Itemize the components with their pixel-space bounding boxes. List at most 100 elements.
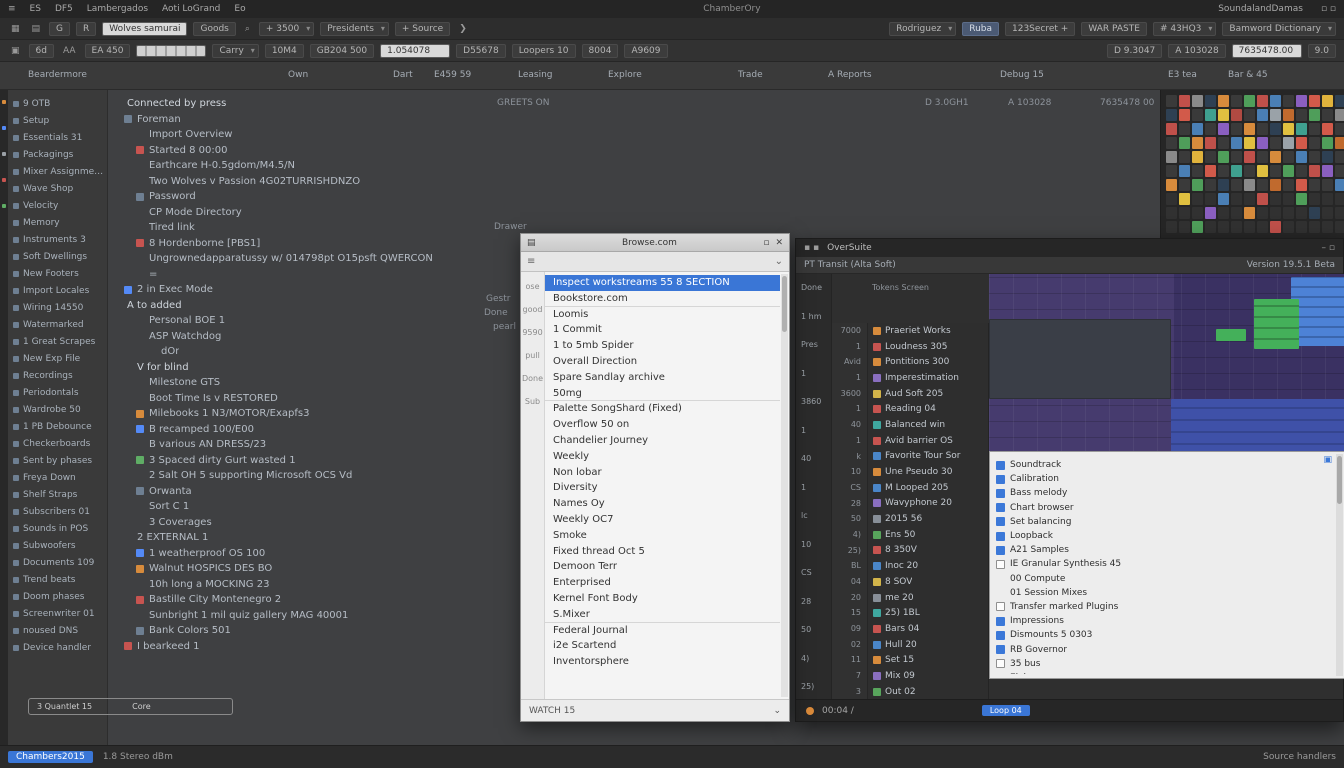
dialog-scrollbar[interactable] [781,274,788,697]
toolbar-control[interactable]: Rodriguez [889,22,956,36]
tree-item[interactable]: CP Mode Directory [108,205,1160,221]
panel-tab[interactable]: Debug 15 [1000,70,1044,80]
sidebar-item[interactable]: Wiring 14550 [8,299,107,316]
sidebar-item[interactable]: Subwoofers [8,537,107,554]
toolbar-control[interactable]: AA [60,45,79,57]
toolbar-control[interactable]: 8004 [582,44,619,58]
dialog-list-item[interactable]: Overflow 50 on [545,417,780,433]
window-controls-icon[interactable]: – ▫ [1322,243,1335,253]
menu-item[interactable]: Eo [234,4,245,14]
sidebar-item[interactable]: Packagings [8,146,107,163]
browser-list-item[interactable]: 01 Session Mixes [996,586,1330,600]
scrollbar-thumb[interactable] [782,276,787,332]
browser-list-item[interactable]: Chart browser [996,501,1330,515]
dialog-list-item[interactable]: Chandelier Journey [545,433,780,449]
panel-tab[interactable]: E459 59 [434,70,471,80]
sidebar-item[interactable]: Wardrobe 50 [8,401,107,418]
menu-item[interactable]: Lambergados [87,4,148,14]
browser-list-item[interactable]: Loopback [996,529,1330,543]
toolbar-control[interactable]: GB204 500 [310,44,374,58]
menubar-right-title[interactable]: SoundalandDamas [1218,4,1303,14]
dialog-list-item[interactable]: Names Oy [545,496,780,512]
toolbar-control[interactable]: ⌕ [242,23,253,35]
activity-dot[interactable] [2,152,6,156]
panel-tab[interactable]: Explore [608,70,642,80]
toolbar-control[interactable]: D 9.3047 [1107,44,1162,58]
dialog-list-item[interactable]: Weekly OC7 [545,512,780,528]
menu-item[interactable]: ES [30,4,41,14]
toolbar-control[interactable]: EA 450 [85,44,131,58]
browser-list-item[interactable]: Set balancing [996,515,1330,529]
toolbar-control[interactable]: 123Secret + [1005,22,1075,36]
track-row[interactable]: Ens 50 [868,527,988,543]
track-row[interactable]: Pontitions 300 [868,354,988,370]
toolbar-control[interactable]: 7635478.00 [1232,44,1302,58]
tree-item[interactable]: Earthcare H-0.5gdom/M4.5/N [108,158,1160,174]
track-row[interactable]: 2015 56 [868,511,988,527]
sidebar-item[interactable]: Wave Shop [8,180,107,197]
toolbar-control[interactable]: Wolves samurai [102,22,187,36]
toolbar-control[interactable]: Ruba [962,22,999,36]
activity-dot[interactable] [2,204,6,208]
panel-tab[interactable]: A Reports [828,70,872,80]
tree-item[interactable]: Import Overview [108,127,1160,143]
panel-tab[interactable]: Beardermore [28,70,87,80]
dialog-list-item[interactable]: Kernel Font Body [545,591,780,607]
dialog-list-item[interactable]: 50mg [545,386,780,402]
track-row[interactable]: Une Pseudo 30 [868,464,988,480]
sidebar-item[interactable]: Watermarked [8,316,107,333]
dialog-list-item[interactable]: Demoon Terr [545,559,780,575]
sidebar-item[interactable]: Checkerboards [8,435,107,452]
panel-tab[interactable]: Trade [738,70,763,80]
track-row[interactable]: Inoc 20 [868,558,988,574]
browser-list-item[interactable]: IE Granular Synthesis 45 [996,557,1330,571]
sidebar-item[interactable]: Essentials 31 [8,129,107,146]
track-row[interactable]: Loudness 305 [868,339,988,355]
sidebar-item[interactable]: 1 Great Scrapes [8,333,107,350]
timeline-grid[interactable] [989,274,1344,454]
loop-chip[interactable]: Loop 04 [982,705,1030,716]
sidebar-item[interactable]: noused DNS [8,622,107,639]
toolbar-control[interactable]: Carry [212,44,258,58]
toolbar-control[interactable]: Presidents [320,22,389,36]
menu-item[interactable]: DF5 [55,4,73,14]
panel-tab[interactable]: E3 tea [1168,70,1197,80]
sidebar-item[interactable]: Documents 109 [8,554,107,571]
dialog-list-item[interactable]: Loomis [545,307,780,323]
track-row[interactable]: Balanced win [868,417,988,433]
dialog-list-item[interactable]: 1 Commit [545,322,780,338]
sidebar-item[interactable]: Sounds in POS [8,520,107,537]
dialog-list-item[interactable]: i2e Scartend [545,638,780,654]
daw-titlebar[interactable]: ▪ ▪ OverSuite – ▫ [796,239,1343,257]
activity-dot[interactable] [2,100,6,104]
toolbar-control[interactable]: ▣ [8,45,23,57]
track-row[interactable]: Aud Soft 205 [868,386,988,402]
tree-item[interactable]: Started 8 00:00 [108,143,1160,159]
track-row[interactable]: Avid barrier OS [868,433,988,449]
track-row[interactable]: Praeriet Works [868,323,988,339]
browser-list-item[interactable]: Soundtrack [996,458,1330,472]
track-row[interactable]: Wavyphone 20 [868,496,988,512]
dialog-titlebar[interactable]: ▤ Browse.com ▫ ✕ [521,234,789,252]
chevron-down-icon[interactable]: ⌄ [775,256,783,267]
toolbar-control[interactable]: + Source [395,22,450,36]
track-row[interactable]: Out 02 [868,684,988,699]
tree-item[interactable]: Foreman [108,112,1160,128]
dialog-list-item[interactable]: Palette SongShard (Fixed) [545,401,780,417]
tree-item[interactable]: Password [108,189,1160,205]
chevron-down-icon[interactable]: ⌄ [773,706,781,716]
toolbar-control[interactable]: ❯ [456,23,470,35]
toolbar-control[interactable]: G [49,22,70,36]
toolbar-control[interactable]: + 3500 [259,22,314,36]
toolbar-control[interactable]: 6d [29,44,54,58]
track-row[interactable]: 25) 1BL [868,605,988,621]
browser-list-item[interactable]: Dismounts 5 0303 [996,628,1330,642]
dialog-list-item[interactable]: Inventorsphere [545,654,780,670]
sidebar-item[interactable]: Mixer Assignments [8,163,107,180]
sidebar-item[interactable]: Setup [8,112,107,129]
sidebar-item[interactable]: Freya Down [8,469,107,486]
menu-item[interactable]: ≡ [8,4,16,14]
toolbar-control[interactable]: 1.054078 [380,44,450,58]
sidebar-item[interactable]: Instruments 3 [8,231,107,248]
sidebar-item[interactable]: Shelf Straps [8,486,107,503]
